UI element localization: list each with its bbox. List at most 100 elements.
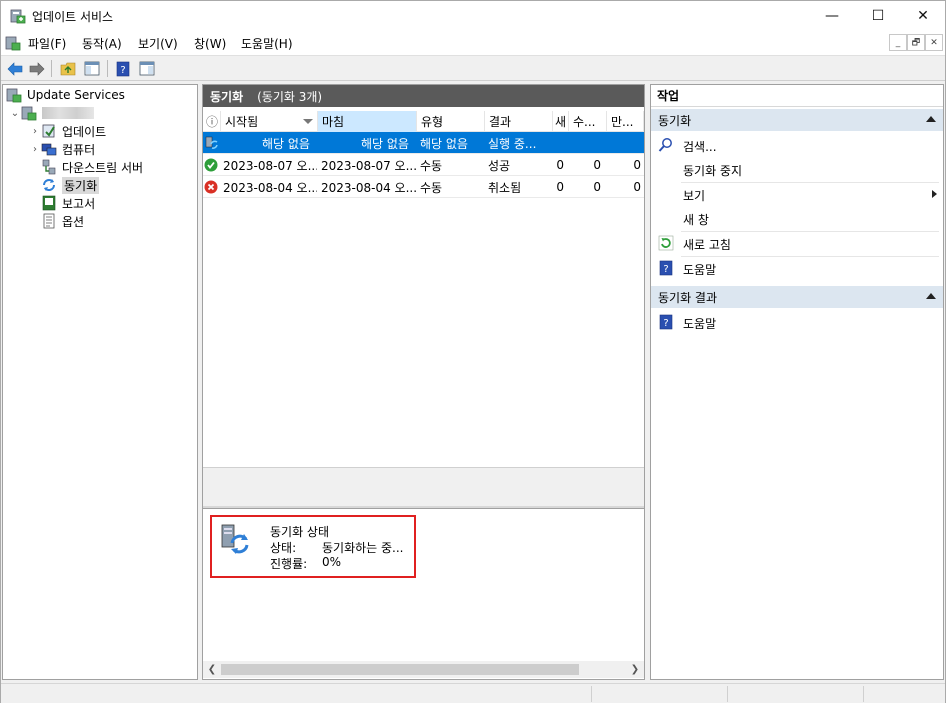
- tree-item-computers[interactable]: › 컴퓨터: [29, 140, 95, 158]
- table-row[interactable]: 해당 없음 해당 없음 해당 없음 실행 중...: [203, 132, 644, 154]
- redacted-server-name: [42, 107, 94, 119]
- mmc-document-icon[interactable]: [5, 35, 21, 51]
- downstream-servers-icon: [42, 159, 56, 175]
- menu-help[interactable]: 도움말(H): [241, 35, 293, 52]
- cell-revised: 0: [593, 158, 601, 172]
- cell-new: 0: [556, 158, 564, 172]
- mdi-close-button[interactable]: ✕: [925, 34, 943, 51]
- show-hide-console-tree-button[interactable]: [82, 59, 102, 78]
- scroll-thumb[interactable]: [221, 664, 579, 675]
- mdi-close-icon: ✕: [930, 37, 938, 48]
- window-title: 업데이트 서비스: [32, 10, 114, 24]
- table-row[interactable]: 2023-08-07 오... 2023-08-07 오... 수동 성공 0 …: [203, 154, 644, 176]
- tree-item-options[interactable]: 옵션: [41, 212, 84, 230]
- status-bar-segment: [727, 686, 728, 702]
- computers-icon: [41, 143, 57, 156]
- forward-button[interactable]: [27, 59, 47, 78]
- sync-state-value: 동기화하는 중...: [322, 541, 404, 555]
- status-bar-segment: [863, 686, 864, 702]
- collapse-chevron-icon[interactable]: ⌄: [9, 108, 21, 119]
- action-refresh[interactable]: 새로 고침: [651, 231, 943, 255]
- tree-item-label: 컴퓨터: [62, 142, 96, 157]
- back-arrow-icon: [7, 61, 23, 76]
- close-icon: ✕: [917, 8, 929, 24]
- column-result[interactable]: 결과: [485, 111, 553, 132]
- help-icon: ?: [116, 61, 130, 76]
- tree-item-synchronizations[interactable]: 동기화: [41, 176, 100, 194]
- horizontal-scrollbar[interactable]: ❮ ❯: [203, 661, 644, 678]
- collapse-up-icon[interactable]: [926, 293, 936, 299]
- cell-result: 성공: [488, 158, 511, 173]
- action-group-synchronizations[interactable]: 동기화: [651, 109, 943, 131]
- show-hide-action-pane-button[interactable]: [137, 59, 157, 78]
- results-pane: 동기화 (동기화 3개) ⓘ 시작됨 마침 유형 결과 새 수... 만... …: [202, 84, 645, 680]
- action-label: 도움말: [683, 317, 717, 331]
- results-pane-title: 동기화: [210, 89, 244, 104]
- column-revised[interactable]: 수...: [569, 111, 607, 132]
- menu-view[interactable]: 보기(V): [138, 35, 178, 52]
- action-search[interactable]: 검색...: [651, 133, 943, 157]
- app-window: 업데이트 서비스 — ☐ ✕ 파일(F) 동작(A) 보기(V) 창(W) 도움…: [0, 0, 946, 703]
- expand-chevron-icon[interactable]: ›: [29, 126, 41, 137]
- help-button[interactable]: ?: [113, 59, 133, 78]
- action-label: 보기: [683, 189, 706, 203]
- tree-item-label: 다운스트림 서버: [62, 160, 144, 175]
- tree-item-label: 옵션: [62, 214, 85, 229]
- maximize-icon: ☐: [871, 8, 885, 24]
- tree-item-updates[interactable]: › 업데이트: [29, 122, 106, 140]
- scroll-left-icon[interactable]: ❮: [204, 662, 220, 677]
- results-pane-header: 동기화 (동기화 3개): [203, 85, 644, 107]
- mdi-minimize-icon: _: [895, 37, 901, 48]
- action-view[interactable]: 보기: [651, 182, 943, 206]
- options-icon: [43, 213, 55, 229]
- sort-descending-icon: [303, 119, 313, 124]
- refresh-icon: [658, 235, 674, 251]
- action-stop-sync[interactable]: 동기화 중지: [651, 157, 943, 181]
- action-group-sync-results[interactable]: 동기화 결과: [651, 286, 943, 308]
- tree-item-label: 동기화: [62, 176, 100, 194]
- grid-empty-area: [203, 467, 644, 507]
- up-one-level-button[interactable]: [58, 59, 78, 78]
- pane-splitter[interactable]: [203, 506, 644, 509]
- tree-item-downstream-servers[interactable]: 다운스트림 서버: [41, 158, 143, 176]
- column-info-icon[interactable]: ⓘ: [203, 111, 221, 132]
- close-button[interactable]: ✕: [900, 1, 946, 31]
- tree-root-label: Update Services: [27, 88, 125, 102]
- tree-item-reports[interactable]: 보고서: [41, 194, 95, 212]
- sync-state-label: 상태:: [270, 541, 297, 555]
- tree-server-node[interactable]: ⌄: [9, 104, 94, 122]
- column-started[interactable]: 시작됨: [221, 111, 318, 132]
- column-new[interactable]: 새: [553, 111, 569, 132]
- toolbar-separator: [107, 60, 108, 77]
- back-button[interactable]: [5, 59, 25, 78]
- mdi-restore-button[interactable]: 🗗: [907, 34, 925, 51]
- expand-chevron-icon[interactable]: ›: [29, 144, 41, 155]
- help-icon: ?: [659, 314, 673, 330]
- update-services-icon: [6, 88, 22, 103]
- column-expired[interactable]: 만...: [607, 111, 644, 132]
- menu-action[interactable]: 동작(A): [82, 35, 122, 52]
- tree-root-update-services[interactable]: Update Services: [6, 86, 125, 104]
- cell-type: 수동: [420, 180, 443, 195]
- action-help[interactable]: ? 도움말: [651, 256, 943, 280]
- menu-file[interactable]: 파일(F): [28, 35, 66, 52]
- status-bar-segment: [591, 686, 592, 702]
- actions-header: 작업: [651, 85, 943, 107]
- menu-window[interactable]: 창(W): [194, 35, 226, 52]
- action-help-results[interactable]: ? 도움말: [651, 310, 943, 334]
- table-row[interactable]: 2023-08-04 오... 2023-08-04 오... 수동 취소됨 0…: [203, 176, 644, 198]
- error-icon: [204, 176, 220, 198]
- column-type[interactable]: 유형: [417, 111, 485, 132]
- svg-text:?: ?: [120, 65, 125, 76]
- scroll-right-icon[interactable]: ❯: [627, 662, 643, 677]
- minimize-button[interactable]: —: [809, 1, 855, 31]
- column-finished[interactable]: 마침: [318, 111, 417, 132]
- cell-expired: 0: [633, 158, 641, 172]
- server-icon: [21, 106, 37, 121]
- mdi-minimize-button[interactable]: _: [889, 34, 907, 51]
- action-new-window[interactable]: 새 창: [651, 206, 943, 230]
- action-label: 새 창: [683, 213, 709, 227]
- toolbar: ?: [1, 55, 945, 81]
- maximize-button[interactable]: ☐: [855, 1, 901, 31]
- collapse-up-icon[interactable]: [926, 116, 936, 122]
